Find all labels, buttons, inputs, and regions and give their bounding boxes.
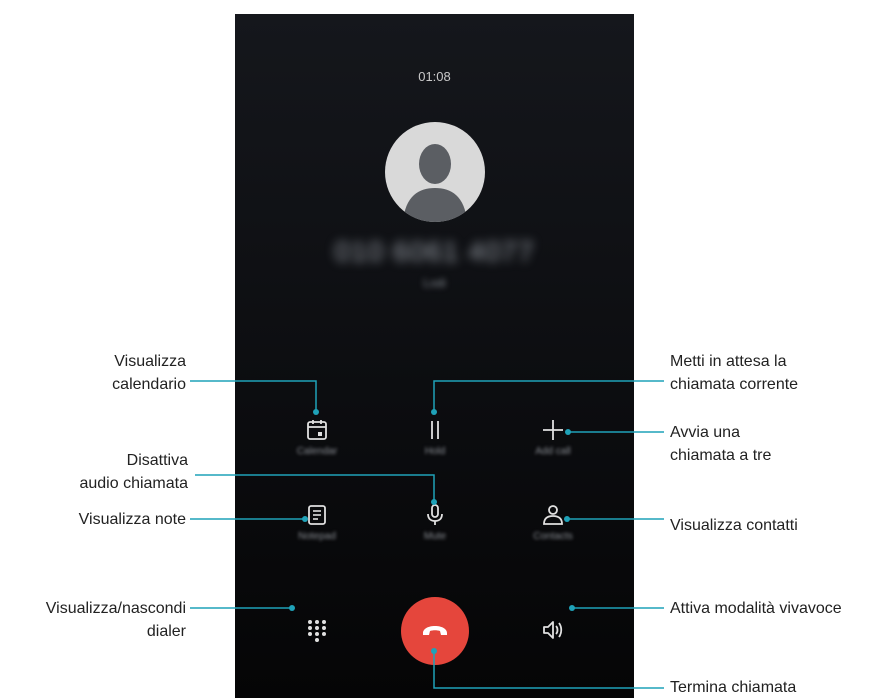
end-call-button[interactable] <box>401 597 469 665</box>
speaker-button[interactable] <box>513 618 593 642</box>
calendar-button[interactable]: Calendar <box>277 418 357 457</box>
callout-add-line2: chiamata a tre <box>670 447 772 464</box>
person-icon <box>403 144 467 222</box>
plus-icon <box>543 420 563 440</box>
callout-calendar-line2: calendario <box>112 376 186 393</box>
callout-mute-line2: audio chiamata <box>79 475 188 492</box>
add-call-label: Add call <box>535 446 571 457</box>
hold-button[interactable]: Hold <box>395 418 475 457</box>
add-call-button[interactable]: Add call <box>513 418 593 457</box>
hold-label: Hold <box>424 446 446 457</box>
caller-location: Lodi <box>423 276 446 290</box>
microphone-icon <box>427 504 443 525</box>
callout-dialer: Visualizza/nascondi dialer <box>46 597 186 643</box>
callout-speaker-line1: Attiva modalità vivavoce <box>670 600 842 617</box>
calendar-label: Calendar <box>296 446 338 457</box>
callout-hold: Metti in attesa la chiamata corrente <box>670 350 798 396</box>
notepad-button[interactable]: Notepad <box>277 503 357 542</box>
mute-label: Mute <box>423 531 447 542</box>
callout-dialer-line2: dialer <box>146 623 186 640</box>
callout-speaker: Attiva modalità vivavoce <box>670 597 842 620</box>
notepad-icon <box>308 505 326 525</box>
callout-end-call: Termina chiamata <box>670 676 796 699</box>
contacts-button[interactable]: Contacts <box>513 503 593 542</box>
call-timer: 01:08 <box>418 69 451 84</box>
callout-hold-line2: chiamata corrente <box>670 376 799 393</box>
callout-contacts-line1: Visualizza contatti <box>670 517 798 534</box>
speaker-icon <box>543 621 563 639</box>
callout-mute: Disattiva audio chiamata <box>79 449 188 495</box>
notepad-label: Notepad <box>298 531 336 542</box>
calendar-icon <box>307 420 327 440</box>
callout-contacts: Visualizza contatti <box>670 514 798 537</box>
dialpad-button[interactable] <box>277 618 357 644</box>
phone-number: 010 6061 4077 <box>334 236 535 267</box>
callout-mute-line1: Disattiva <box>126 452 188 469</box>
mute-button[interactable]: Mute <box>395 503 475 542</box>
callout-add-line1: Avvia una <box>670 424 740 441</box>
dialpad-icon <box>308 620 326 642</box>
callout-calendar-line1: Visualizza <box>114 353 186 370</box>
contact-icon <box>543 505 563 525</box>
contacts-label: Contacts <box>533 531 573 542</box>
callout-notes: Visualizza note <box>79 508 186 531</box>
hang-up-icon <box>423 626 447 635</box>
callout-add-call: Avvia una chiamata a tre <box>670 421 771 467</box>
callout-hold-line1: Metti in attesa la <box>670 353 787 370</box>
callout-calendar: Visualizza calendario <box>112 350 186 396</box>
callout-notes-line1: Visualizza note <box>78 511 186 528</box>
contact-avatar <box>385 122 485 222</box>
callout-dialer-line1: Visualizza/nascondi <box>45 600 186 617</box>
pause-icon <box>431 421 439 439</box>
call-screen: 01:08 010 6061 4077 Lodi Calendar Hold A… <box>235 14 634 698</box>
callout-end-line1: Termina chiamata <box>670 679 797 696</box>
